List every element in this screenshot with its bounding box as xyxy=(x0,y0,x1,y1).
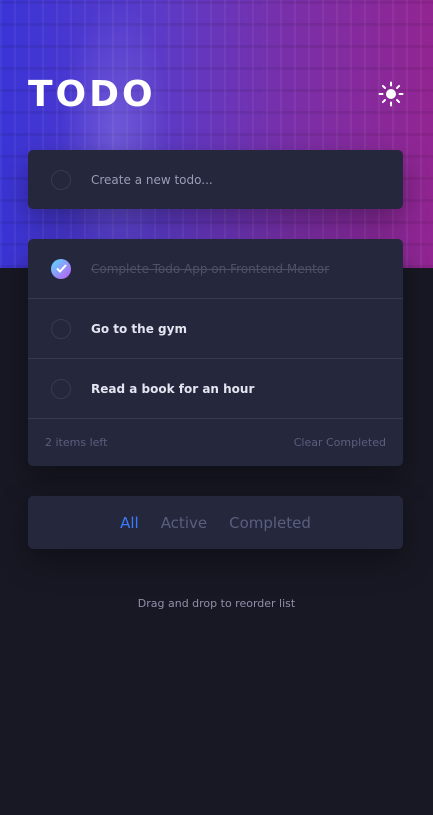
todo-item[interactable]: Complete Todo App on Frontend Mentor xyxy=(28,239,403,299)
check-icon xyxy=(55,264,67,273)
todo-text: Complete Todo App on Frontend Mentor xyxy=(91,261,330,276)
header-background-image xyxy=(0,0,433,268)
todo-item[interactable]: Go to the gym xyxy=(28,299,403,359)
todo-text: Go to the gym xyxy=(91,321,187,336)
todo-list: Complete Todo App on Frontend Mentor Go … xyxy=(28,239,403,466)
list-footer: 2 items left Clear Completed xyxy=(28,419,403,466)
reorder-hint: Drag and drop to reorder list xyxy=(137,597,296,610)
filter-active[interactable]: Active xyxy=(161,514,207,532)
items-left-count: 2 items left xyxy=(45,436,108,449)
sun-icon xyxy=(378,81,404,107)
app-header: TODO xyxy=(28,72,405,116)
theme-toggle-button[interactable] xyxy=(377,80,405,108)
filter-completed[interactable]: Completed xyxy=(229,514,311,532)
clear-completed-button[interactable]: Clear Completed xyxy=(294,436,386,449)
todo-item[interactable]: Read a book for an hour xyxy=(28,359,403,419)
filter-all[interactable]: All xyxy=(120,514,139,532)
new-todo-bar xyxy=(28,150,403,209)
new-todo-checkbox[interactable] xyxy=(51,169,71,190)
todo-text: Read a book for an hour xyxy=(91,381,255,396)
todo-checkbox-checked[interactable] xyxy=(51,258,71,279)
app-title: TODO xyxy=(28,73,156,115)
new-todo-input[interactable] xyxy=(91,172,381,187)
todo-checkbox[interactable] xyxy=(51,318,71,339)
todo-checkbox[interactable] xyxy=(51,378,71,399)
filter-bar: All Active Completed xyxy=(28,496,403,549)
